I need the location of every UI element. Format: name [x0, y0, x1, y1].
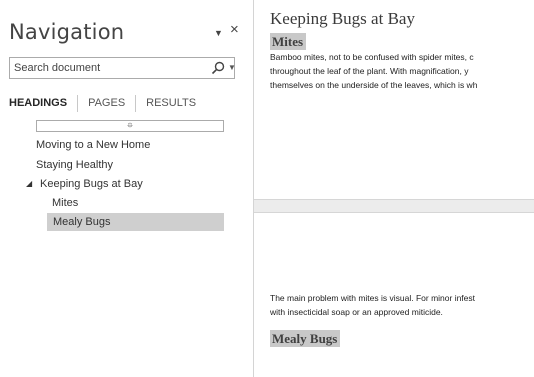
section-heading-mites: Mites [270, 33, 307, 50]
expand-collapse-arrow-icon[interactable]: ◢ [26, 178, 32, 190]
heading-item-mites[interactable]: Mites [52, 194, 78, 212]
search-document-box[interactable]: ▼ [9, 57, 236, 79]
document-heading-1: Keeping Bugs at Bay [270, 9, 415, 28]
tab-pages[interactable]: PAGES [78, 94, 135, 112]
navigation-pane: Navigation ▼ × ▼ HEADINGS PAGES RESULTS … [0, 0, 253, 377]
collapse-icon: ⯐ [127, 121, 133, 130]
heading-item-keeping-bugs-at-bay[interactable]: Keeping Bugs at Bay [40, 175, 143, 193]
body-text-line: with insecticidal soap or an approved mi… [270, 307, 443, 317]
heading-item-moving-to-a-new-home[interactable]: Moving to a New Home [36, 136, 150, 154]
body-text-line: themselves on the underside of the leave… [270, 80, 478, 90]
close-pane-button[interactable]: × [230, 22, 239, 38]
search-icon[interactable] [211, 61, 225, 75]
collapse-all-button[interactable]: ⯐ [36, 120, 224, 132]
page-break-gap [254, 199, 534, 213]
heading-item-staying-healthy[interactable]: Staying Healthy [36, 156, 113, 174]
tab-results[interactable]: RESULTS [136, 94, 206, 112]
document-area[interactable]: Keeping Bugs at Bay Mites Bamboo mites, … [254, 0, 534, 377]
search-options-dropdown-icon[interactable]: ▼ [228, 60, 236, 76]
search-document-input[interactable] [10, 58, 190, 78]
pane-options-button[interactable]: ▼ [214, 28, 223, 38]
navigation-tabs: HEADINGS PAGES RESULTS [9, 94, 206, 112]
section-heading-mealy-bugs: Mealy Bugs [270, 330, 341, 347]
body-text-line: The main problem with mites is visual. F… [270, 293, 476, 303]
body-text-line: Bamboo mites, not to be confused with sp… [270, 52, 474, 62]
navigation-title: Navigation [9, 20, 125, 44]
body-text-line: throughout the leaf of the plant. With m… [270, 66, 469, 76]
heading-item-mealy-bugs[interactable]: Mealy Bugs [47, 213, 224, 231]
tab-headings[interactable]: HEADINGS [9, 94, 77, 112]
